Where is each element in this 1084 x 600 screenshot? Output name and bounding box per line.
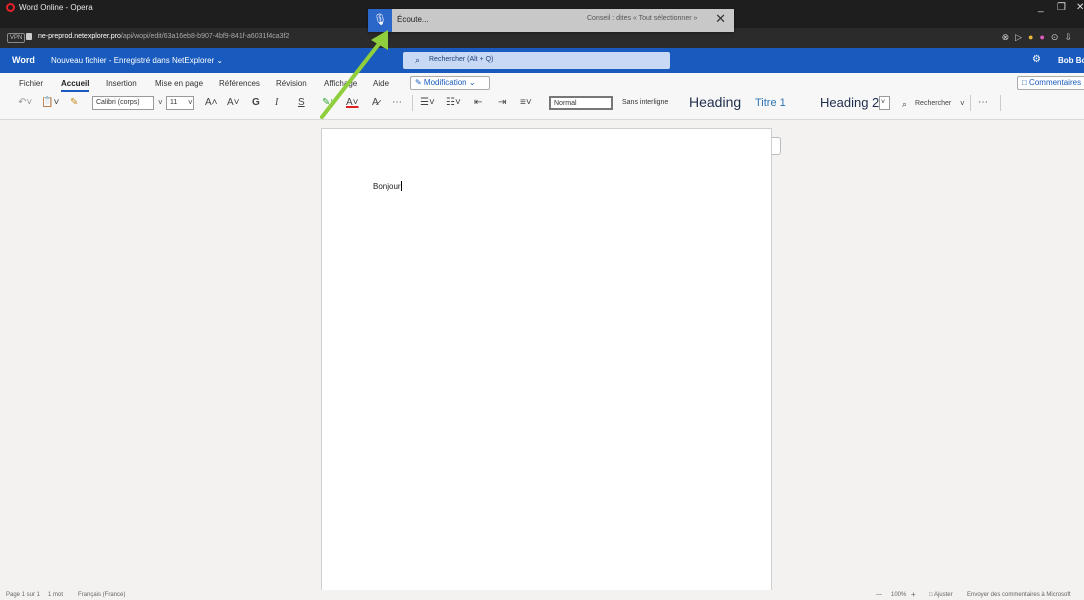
highlight-icon[interactable]: ✎˅ (322, 97, 336, 108)
search-tool-label[interactable]: Rechercher (915, 100, 951, 107)
style-heading[interactable]: Heading (689, 94, 741, 112)
ribbon: Fichier Accueil Insertion Mise en page R… (0, 73, 1084, 120)
style-heading-2[interactable]: Heading 2 (820, 95, 879, 113)
tab-revision[interactable]: Révision (276, 79, 307, 88)
font-name-chevron-icon[interactable]: ˅ (158, 98, 163, 107)
url-path: /api/wopi/edit/63a16eb8-b907-4bf9-841f-a… (120, 33, 290, 40)
side-panel-tab[interactable] (772, 137, 781, 155)
tab-insertion[interactable]: Insertion (106, 79, 137, 88)
font-color-icon[interactable]: A˅ (346, 97, 359, 108)
document-text[interactable]: Bonjour (373, 182, 401, 191)
search-tool-chevron-icon[interactable]: ˅ (960, 99, 965, 108)
settings-gear-icon[interactable]: ⚙ (1032, 54, 1041, 65)
divider (970, 95, 971, 111)
minimize-button[interactable]: _ (1038, 2, 1044, 13)
more-ribbon-icon[interactable]: ⋯ (978, 97, 988, 108)
format-painter-icon[interactable]: ✎ (70, 97, 78, 108)
dictation-close-button[interactable]: ✕ (715, 11, 726, 27)
search-placeholder: Rechercher (Alt + Q) (429, 56, 494, 63)
underline-icon[interactable]: S (298, 97, 305, 108)
fit-button[interactable]: □ Ajuster (929, 592, 953, 598)
modification-mode-button[interactable]: ✎ Modification ⌄ (410, 76, 490, 90)
download-icon[interactable]: ⇩ (1064, 32, 1078, 42)
opera-logo-icon (6, 3, 15, 12)
grow-font-icon[interactable]: A˄ (205, 97, 218, 108)
align-icon[interactable]: ≡˅ (520, 97, 532, 108)
tab-aide[interactable]: Aide (373, 79, 389, 88)
status-bar: Page 1 sur 1 1 mot Français (France) — 1… (0, 590, 1084, 600)
numbering-icon[interactable]: ☷˅ (446, 97, 461, 108)
tab-accueil[interactable]: Accueil (61, 79, 90, 92)
tab-mise-en-page[interactable]: Mise en page (155, 79, 203, 88)
divider (412, 95, 413, 111)
document-page[interactable] (321, 128, 772, 600)
extension-icons[interactable]: ⊗▷●●⊙⇩ (1002, 32, 1078, 43)
dictation-tip: Conseil : dites « Tout sélectionner » (587, 15, 698, 22)
italic-icon[interactable]: I (275, 97, 278, 108)
extensions-icon[interactable]: ⊙ (1051, 32, 1065, 42)
style-normal[interactable]: Normal (549, 96, 613, 110)
paste-icon[interactable]: 📋˅ (41, 97, 59, 108)
url-text[interactable]: ne-preprod.netexplorer.pro/api/wopi/edit… (38, 33, 289, 40)
doc-title[interactable]: Nouveau fichier - Enregistré dans NetExp… (51, 56, 223, 65)
dictation-status: Écoute... (397, 15, 429, 24)
search-icon: ⌕ (415, 55, 421, 65)
bold-icon[interactable]: G (252, 97, 260, 108)
zoom-out-button[interactable]: — (876, 592, 882, 598)
page-count: Page 1 sur 1 (6, 592, 41, 598)
word-header: Word Nouveau fichier - Enregistré dans N… (0, 48, 1084, 73)
zoom-level[interactable]: 100% (891, 592, 906, 598)
undo-icon[interactable]: ↶˅ (18, 97, 32, 108)
tab-references[interactable]: Références (219, 79, 260, 88)
text-cursor (401, 181, 402, 191)
palette-icon[interactable]: ● (1039, 32, 1050, 42)
search-tool-icon[interactable]: ⌕ (902, 99, 907, 110)
decrease-indent-icon[interactable]: ⇤ (474, 97, 482, 108)
increase-indent-icon[interactable]: ⇥ (498, 97, 506, 108)
send-icon[interactable]: ▷ (1015, 32, 1028, 42)
user-name[interactable]: Bob Bo (1058, 56, 1084, 65)
bullets-icon[interactable]: ☰˅ (420, 97, 435, 108)
vpn-badge[interactable]: VPN (7, 33, 26, 43)
language[interactable]: Français (France) (78, 592, 125, 598)
app-name[interactable]: Word (12, 55, 35, 65)
divider (1000, 95, 1001, 111)
window-title: Word Online - Opera (19, 3, 93, 12)
tracker-icon[interactable]: ⊗ (1002, 32, 1016, 42)
style-titre-1[interactable]: Titre 1 (755, 97, 786, 115)
styles-gallery-chevron-icon[interactable]: ˅ (879, 96, 890, 110)
lock-icon (26, 33, 32, 40)
clear-formatting-icon[interactable]: A̷ (372, 97, 379, 108)
style-no-spacing[interactable]: Sans interligne (622, 99, 668, 117)
more-options-icon[interactable]: ⋯ (392, 97, 402, 108)
search-box[interactable]: ⌕ Rechercher (Alt + Q) (403, 52, 670, 69)
comments-button[interactable]: □ Commentaires (1017, 76, 1084, 90)
tab-affichage[interactable]: Affichage (324, 79, 357, 88)
microphone-icon[interactable]: 🎙 (368, 9, 392, 32)
wallet-icon[interactable]: ● (1028, 32, 1039, 42)
feedback-link[interactable]: Envoyer des commentaires à Microsoft (967, 592, 1071, 598)
tab-fichier[interactable]: Fichier (19, 79, 43, 88)
dictation-popup: 🎙 Écoute... Conseil : dites « Tout sélec… (368, 9, 734, 32)
url-host: ne-preprod.netexplorer.pro (38, 33, 121, 40)
font-size-chevron-icon[interactable]: ˅ (188, 98, 193, 107)
zoom-in-button[interactable]: + (911, 590, 916, 599)
restore-button[interactable]: ❐ (1057, 2, 1066, 13)
word-count: 1 mot (48, 592, 64, 598)
font-name-select[interactable]: Calibri (corps) (92, 96, 154, 110)
close-window-button[interactable]: ✕ (1076, 2, 1084, 13)
shrink-font-icon[interactable]: A˅ (227, 97, 240, 108)
